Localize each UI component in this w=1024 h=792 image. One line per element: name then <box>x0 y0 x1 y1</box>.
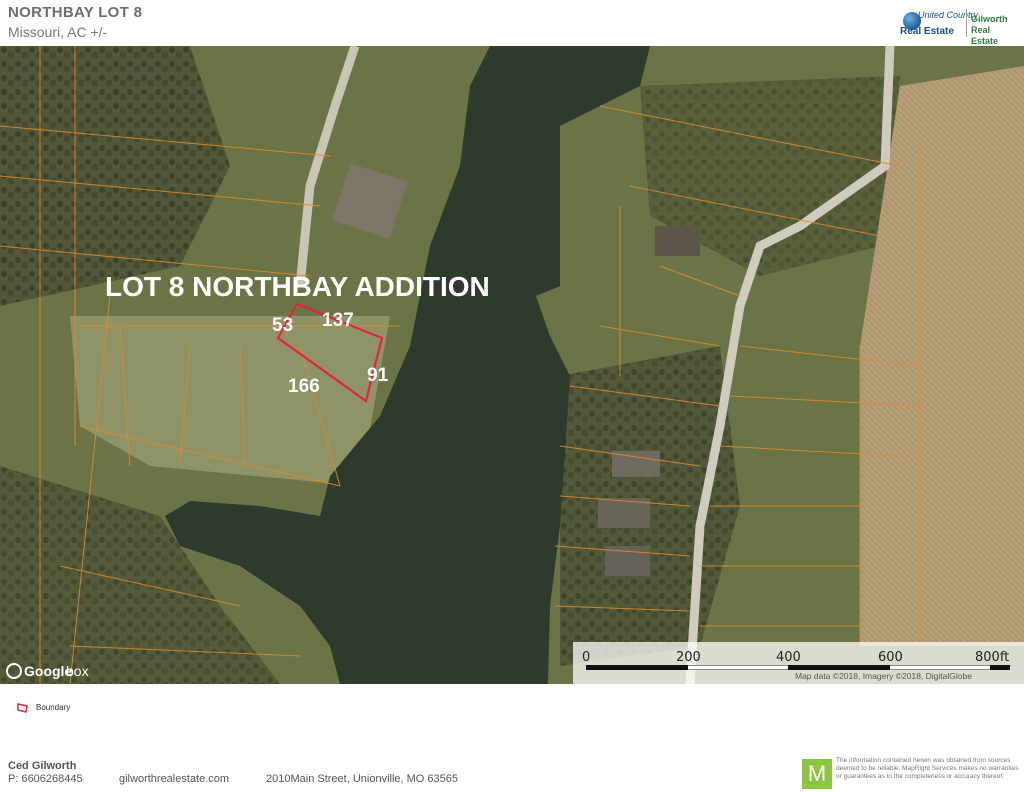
map-headline: LOT 8 NORTHBAY ADDITION <box>105 271 490 302</box>
house-2 <box>655 226 700 256</box>
scale-bar: 0 200 400 600 800ft Map data ©2018, Imag… <box>573 642 1024 684</box>
brand-united-country: United Country <box>918 10 979 20</box>
map-attribution: Map data ©2018, Imagery ©2018, DigitalGl… <box>795 671 972 681</box>
scale-label-800ft: 800ft <box>975 650 1009 665</box>
agent-address: 2010Main Street, Unionville, MO 63565 <box>266 773 458 785</box>
brand-real-estate: Real Estate <box>900 26 954 37</box>
dimension-53: 53 <box>272 315 293 336</box>
dimension-137: 137 <box>322 310 354 331</box>
map-canvas[interactable]: LOT 8 NORTHBAY ADDITION 53 137 91 166 0 … <box>0 46 1024 684</box>
disclaimer-text: The information contained herein was obt… <box>836 757 1019 780</box>
page-title: NORTHBAY LOT 8 <box>8 4 143 21</box>
dimension-91: 91 <box>367 365 389 386</box>
provider-suffix: box <box>66 663 89 679</box>
scale-label-200: 200 <box>676 650 701 665</box>
brand-gilworth-line2: Real Estate <box>971 25 999 46</box>
scale-label-600: 600 <box>878 650 903 665</box>
scale-label-400: 400 <box>776 650 801 665</box>
scale-label-0: 0 <box>582 650 590 665</box>
aerial-map[interactable]: LOT 8 NORTHBAY ADDITION 53 137 91 166 0 … <box>0 46 1024 684</box>
brand-divider <box>966 9 967 37</box>
page-subtitle: Missouri, AC +/- <box>8 24 108 40</box>
boundary-legend-icon <box>17 703 28 713</box>
agent-phone[interactable]: P: 6606268445 <box>8 773 83 785</box>
brand-gilworth: Gilworth Real Estate <box>971 14 1018 47</box>
brand-gilworth-line1: Gilworth <box>971 14 1008 24</box>
dimension-166: 166 <box>288 376 320 397</box>
boundary-legend-label: Boundary <box>36 703 71 712</box>
agent-website[interactable]: gilworthrealestate.com <box>119 773 229 785</box>
page: NORTHBAY LOT 8 Missouri, AC +/- United C… <box>0 0 1024 792</box>
mapright-logo: M <box>802 759 832 789</box>
agent-name: Ced Gilworth <box>8 760 77 772</box>
brand-logo: United Country Real Estate Gilworth Real… <box>900 6 1018 46</box>
